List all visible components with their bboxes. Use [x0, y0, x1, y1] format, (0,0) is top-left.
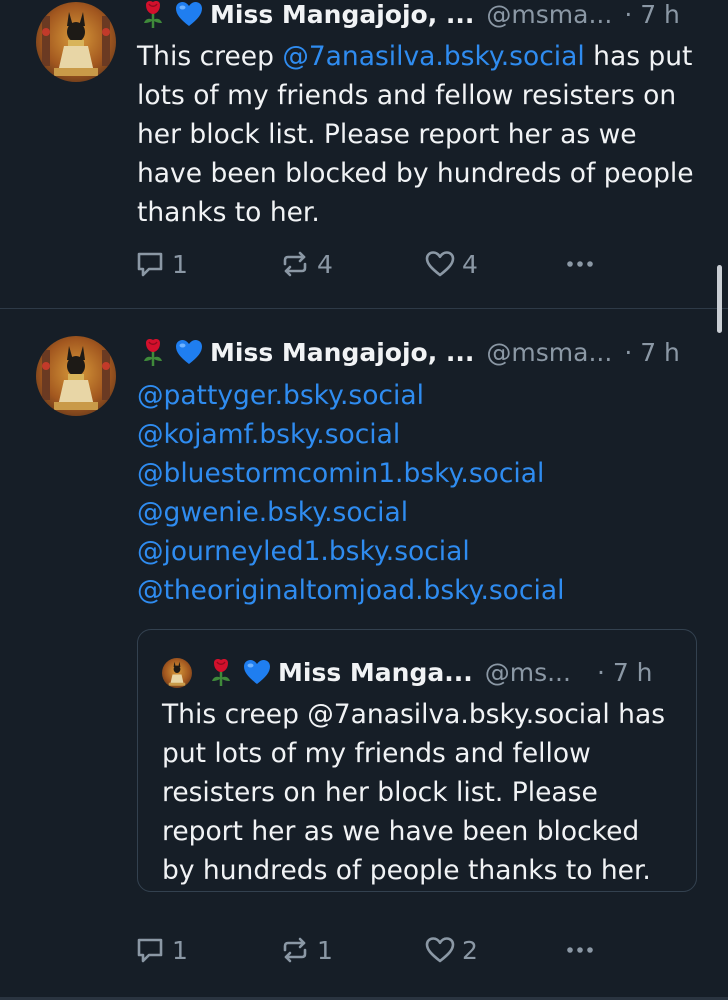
- scrollbar[interactable]: [717, 265, 722, 333]
- like-count: 4: [462, 249, 478, 279]
- mention-link[interactable]: @pattyger.bsky.social: [137, 376, 698, 415]
- author-handle[interactable]: @msma...: [486, 0, 612, 29]
- reply-count: 1: [172, 249, 188, 279]
- more-options-button[interactable]: [564, 248, 602, 280]
- author-avatar[interactable]: [36, 336, 116, 416]
- quoted-post-text: This creep @7anasilva.bsky.social has pu…: [162, 699, 665, 886]
- rose-emoji: [206, 657, 236, 687]
- like-count: 2: [462, 935, 478, 965]
- post-actions: 1 1 2: [134, 930, 614, 970]
- quoted-author-handle: @ms...: [484, 657, 571, 687]
- like-button[interactable]: 4: [424, 248, 478, 280]
- like-button[interactable]: 2: [424, 934, 478, 966]
- quoted-post[interactable]: Miss Manga... @ms... · 7 h This creep @7…: [137, 629, 697, 892]
- rose-emoji: [138, 337, 168, 367]
- post-header: Miss Mangajojo, ... @msma... · 7 h: [138, 0, 700, 34]
- blue-heart-emoji: [174, 0, 204, 29]
- more-icon: [567, 947, 593, 953]
- repost-icon: [283, 937, 307, 963]
- like-icon: [425, 251, 455, 277]
- author-name[interactable]: Miss Mangajojo, ...: [210, 0, 474, 29]
- quoted-author-avatar: [162, 658, 192, 688]
- reply-button[interactable]: 1: [134, 934, 188, 966]
- post-actions: 1 4 4: [134, 244, 614, 284]
- post-time[interactable]: · 7 h: [624, 0, 680, 29]
- post-mentions: @pattyger.bsky.social @kojamf.bsky.socia…: [137, 376, 698, 610]
- repost-button[interactable]: 1: [279, 934, 333, 966]
- repost-button[interactable]: 4: [279, 248, 333, 280]
- blue-heart-emoji: [242, 657, 272, 687]
- like-icon: [425, 937, 455, 963]
- repost-count: 4: [317, 249, 333, 279]
- more-options-button[interactable]: [564, 934, 602, 966]
- mention-link[interactable]: @7anasilva.bsky.social: [282, 41, 584, 72]
- author-handle[interactable]: @msma...: [486, 338, 612, 367]
- repost-count: 1: [317, 935, 333, 965]
- post-text-before: This creep: [137, 41, 283, 72]
- rose-emoji: [138, 0, 168, 29]
- blue-heart-emoji: [174, 337, 204, 367]
- reply-icon: [137, 252, 163, 277]
- mention-link[interactable]: @journeyled1.bsky.social: [137, 532, 698, 571]
- reply-count: 1: [172, 935, 188, 965]
- mention-link[interactable]: @gwenie.bsky.social: [137, 493, 698, 532]
- post-text: This creep @7anasilva.bsky.social has pu…: [137, 37, 698, 232]
- post[interactable]: Miss Mangajojo, ... @msma... · 7 h @patt…: [0, 310, 728, 1000]
- reply-button[interactable]: 1: [134, 248, 188, 280]
- author-name[interactable]: Miss Mangajojo, ...: [210, 338, 474, 367]
- feed: Miss Mangajojo, ... @msma... · 7 h This …: [0, 0, 728, 1000]
- post[interactable]: Miss Mangajojo, ... @msma... · 7 h This …: [0, 0, 728, 308]
- quoted-author-name: Miss Manga...: [278, 657, 473, 687]
- repost-icon: [283, 251, 307, 277]
- quoted-post-time: · 7 h: [596, 657, 653, 687]
- post-divider: [0, 308, 728, 309]
- post-header: Miss Mangajojo, ... @msma... · 7 h: [138, 332, 700, 372]
- quoted-post-header: Miss Manga... @ms... · 7 h: [206, 652, 676, 692]
- reply-icon: [137, 938, 163, 963]
- mention-link[interactable]: @kojamf.bsky.social: [137, 415, 698, 454]
- more-icon: [567, 261, 593, 267]
- mention-link[interactable]: @bluestormcomin1.bsky.social: [137, 454, 698, 493]
- author-avatar[interactable]: [36, 2, 116, 82]
- post-time[interactable]: · 7 h: [624, 338, 680, 367]
- mention-link[interactable]: @theoriginaltomjoad.bsky.social: [137, 571, 698, 610]
